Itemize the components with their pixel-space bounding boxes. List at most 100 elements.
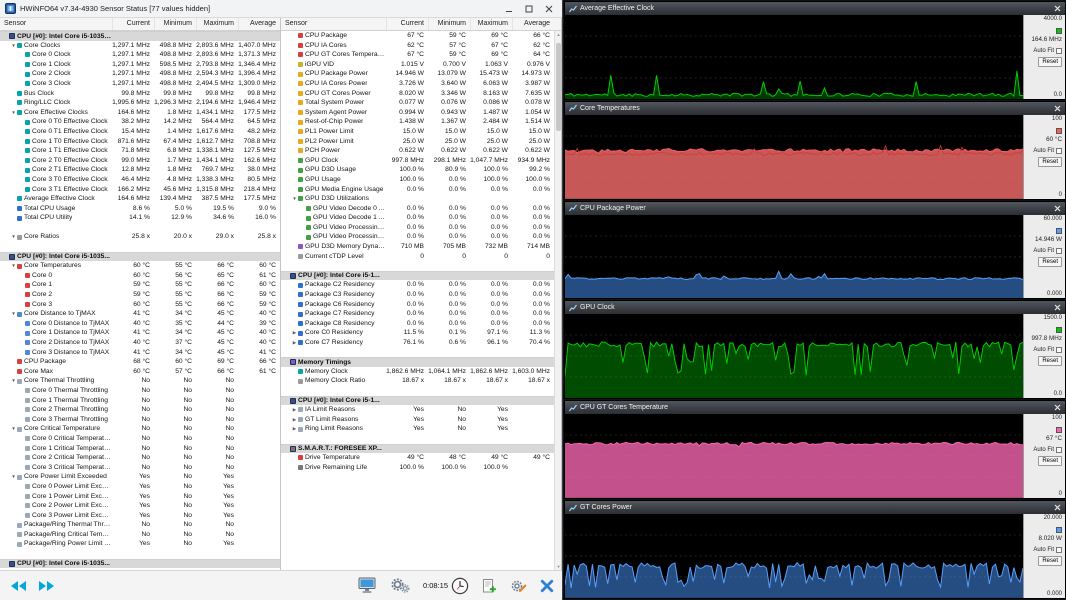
sensor-row[interactable]: ▶ Ring Limit Reasons Yes No Yes: [281, 424, 554, 434]
sensor-row[interactable]: Core 3 T0 Effective Clock 46.4 MHz 4.8 MHz…: [0, 175, 280, 185]
sensor-row[interactable]: Core 1 Critical Temperature No No No: [0, 444, 280, 454]
sensor-row[interactable]: ▼ Core Thermal Throttling No No No: [0, 376, 280, 386]
close-sensors-button[interactable]: [539, 578, 555, 594]
sensor-row[interactable]: PL2 Power Limit 25.0 W 25.0 W 25.0 W 25.0 W: [281, 137, 554, 147]
sensor-row[interactable]: Core 3 Power Limit Excee... Yes No Yes: [0, 511, 280, 521]
sensor-row[interactable]: Core 0 Power Limit Excee... Yes No Yes: [0, 482, 280, 492]
graph-titlebar[interactable]: CPU GT Cores Temperature: [565, 401, 1065, 415]
sensor-row[interactable]: Core 0 Clock 1,297.1 MHz 498.8 MHz 2,893.6 …: [0, 50, 280, 60]
sensor-group-row[interactable]: CPU [#0]: Intel Core i5-1035G1: [0, 31, 280, 41]
collapse-arrow-icon[interactable]: ▼: [10, 424, 17, 434]
sensor-row[interactable]: Bus Clock 99.8 MHz 99.8 MHz 99.8 MHz 99.8 MH…: [0, 89, 280, 99]
sensor-row[interactable]: Package/Ring Power Limit Ex... Yes No Yes: [0, 539, 280, 549]
sensor-row[interactable]: ▼ GPU D3D Utilizations: [281, 194, 554, 204]
graph-close-button[interactable]: [1054, 105, 1061, 112]
sensor-row[interactable]: Core 1 Thermal Throttling No No No: [0, 396, 280, 406]
maximize-button[interactable]: [523, 3, 534, 14]
sensor-row[interactable]: Package C3 Residency 0.0 % 0.0 % 0.0 % 0.0 %: [281, 290, 554, 300]
collapse-arrow-icon[interactable]: ▼: [10, 108, 17, 118]
sensor-row[interactable]: ▼ Core Effective Clocks 164.6 MHz 1.8 MHz 1,…: [0, 108, 280, 118]
sensor-row[interactable]: Core 2 Distance to TjMAX 40 °C 37 °C 45 °C 4…: [0, 338, 280, 348]
sensor-row[interactable]: GPU Video Decode 1 ... 0.0 % 0.0 % 0.0 % 0.0…: [281, 213, 554, 223]
scroll-up-icon[interactable]: ▲: [555, 31, 561, 38]
sensor-row[interactable]: CPU GT Cores Temperature 67 °C 59 °C 69 °C 6…: [281, 50, 554, 60]
sensor-row[interactable]: ▶ IA Limit Reasons Yes No Yes: [281, 405, 554, 415]
auto-fit-option[interactable]: Auto Fit: [1033, 447, 1062, 454]
sensor-row[interactable]: Core 1 T1 Effective Clock 71.8 MHz 6.8 MHz…: [0, 146, 280, 156]
scrollbar-thumb[interactable]: [556, 43, 561, 131]
scrollbar[interactable]: ▲ ▼: [554, 31, 561, 570]
auto-fit-checkbox[interactable]: [1056, 247, 1062, 254]
sensor-row[interactable]: Core 0 Thermal Throttling No No No: [0, 386, 280, 396]
sensor-row[interactable]: Total CPU Usage 8.6 % 5.0 % 19.5 % 9.0 %: [0, 204, 280, 214]
expand-arrow-icon[interactable]: ▶: [291, 424, 298, 434]
auto-fit-checkbox[interactable]: [1056, 147, 1062, 154]
sensor-row[interactable]: Core 0 60 °C 56 °C 65 °C 61 °C: [0, 271, 280, 281]
sensor-row[interactable]: Memory Clock Ratio 18.67 x 18.67 x 18.67 x 1…: [281, 376, 554, 386]
sensor-row[interactable]: ▼ Core Power Limit Exceeded Yes No Yes: [0, 472, 280, 482]
sensor-row[interactable]: Core 2 59 °C 55 °C 66 °C 59 °C: [0, 290, 280, 300]
sensor-row[interactable]: Package/Ring Thermal Thrott... No No No: [0, 520, 280, 530]
graph-titlebar[interactable]: GT Cores Power: [565, 501, 1065, 515]
graph-close-button[interactable]: [1054, 5, 1061, 12]
sensor-row[interactable]: CPU Package 68 °C 60 °C 69 °C 66 °C: [0, 357, 280, 367]
sensor-row[interactable]: Package/Ring Critical Temper... No No No: [0, 530, 280, 540]
sensor-row[interactable]: Memory Clock 1,862.6 MHz 1,064.1 MHz 1,862.…: [281, 367, 554, 377]
auto-fit-option[interactable]: Auto Fit: [1033, 347, 1062, 354]
sensor-row[interactable]: Core 2 Power Limit Excee... Yes No Yes: [0, 501, 280, 511]
sensor-row[interactable]: CPU IA Cores 62 °C 57 °C 67 °C 62 °C: [281, 41, 554, 51]
reset-button[interactable]: Reset: [1038, 57, 1062, 67]
sensor-row[interactable]: Core 1 59 °C 55 °C 66 °C 60 °C: [0, 280, 280, 290]
sensor-row[interactable]: Drive Temperature 49 °C 48 °C 49 °C 49 °C: [281, 453, 554, 463]
sensor-row[interactable]: Core 1 Distance to TjMAX 41 °C 34 °C 45 °C 4…: [0, 328, 280, 338]
add-custom-sensor-button[interactable]: [480, 577, 498, 595]
sensor-row[interactable]: GPU D3D Memory Dynamic 710 MB 705 MB 732 MB…: [281, 242, 554, 252]
auto-fit-checkbox[interactable]: [1056, 447, 1062, 454]
collapse-arrow-icon[interactable]: ▼: [10, 41, 17, 51]
sensor-row[interactable]: Core 2 Critical Temperature No No No: [0, 453, 280, 463]
sensor-row[interactable]: CPU IA Cores Power 3.726 W 3.640 W 6.063 W 3…: [281, 79, 554, 89]
sensor-row[interactable]: ▼ Core Clocks 1,297.1 MHz 498.8 MHz 2,893.6 …: [0, 41, 280, 51]
sensor-row[interactable]: CPU Package 67 °C 59 °C 69 °C 66 °C: [281, 31, 554, 41]
sensor-row[interactable]: ▼ Core Critical Temperature No No No: [0, 424, 280, 434]
collapse-arrow-icon[interactable]: ▼: [10, 309, 17, 319]
sensor-row[interactable]: Total System Power 0.077 W 0.076 W 0.086 W 0…: [281, 98, 554, 108]
scroll-down-icon[interactable]: ▼: [555, 563, 561, 570]
sensor-row[interactable]: Core 1 T0 Effective Clock 871.6 MHz 67.4 M…: [0, 137, 280, 147]
window-titlebar[interactable]: HWiNFO64 v7.34-4930 Sensor Status [77 va…: [0, 0, 562, 18]
sensor-row[interactable]: GPU Video Processing ... 0.0 % 0.0 % 0.0 % 0…: [281, 223, 554, 233]
sensor-row[interactable]: Core 0 Critical Temperature No No No: [0, 434, 280, 444]
sensor-row[interactable]: Core Max 60 °C 57 °C 66 °C 61 °C: [0, 367, 280, 377]
configure-sensors-button[interactable]: [509, 577, 528, 595]
sensor-row[interactable]: Current cTDP Level 0 0 0 0: [281, 252, 554, 262]
sensor-row[interactable]: PCH Power 0.622 W 0.622 W 0.622 W 0.622 W: [281, 146, 554, 156]
sensor-row[interactable]: Core 2 T1 Effective Clock 12.8 MHz 1.8 MHz…: [0, 165, 280, 175]
close-button[interactable]: [543, 3, 554, 14]
collapse-arrow-icon[interactable]: ▼: [10, 472, 17, 482]
sensor-row[interactable]: Average Effective Clock 164.6 MHz 139.4 MH…: [0, 194, 280, 204]
reset-button[interactable]: Reset: [1038, 156, 1062, 167]
expand-arrow-icon[interactable]: ▶: [291, 415, 298, 425]
sensor-row[interactable]: CPU Package Power 14.946 W 13.079 W 15.473 …: [281, 69, 554, 79]
sensor-row[interactable]: CPU GT Cores Power 8.020 W 3.346 W 8.163 W 7…: [281, 89, 554, 99]
sensor-row[interactable]: Core 1 Clock 1,297.1 MHz 598.5 MHz 2,793.8 …: [0, 60, 280, 70]
reset-button[interactable]: Reset: [1038, 456, 1062, 467]
reset-button[interactable]: Reset: [1038, 356, 1062, 367]
sensor-row[interactable]: ▶ Core C0 Residency 11.5 % 0.1 % 97.1 % 11.3 …: [281, 328, 554, 338]
sensor-row[interactable]: Core 3 T1 Effective Clock 166.2 MHz 45.6 M…: [0, 185, 280, 195]
sensor-row[interactable]: Core 0 Distance to TjMAX 40 °C 35 °C 44 °C 3…: [0, 319, 280, 329]
sensor-row[interactable]: Drive Remaining Life 100.0 % 100.0 % 100.0 …: [281, 463, 554, 473]
graph-titlebar[interactable]: Core Temperatures: [565, 101, 1065, 115]
sensor-row[interactable]: ▶ Core C7 Residency 76.1 % 0.6 % 96.1 % 70.4 …: [281, 338, 554, 348]
minimize-button[interactable]: [503, 3, 514, 14]
auto-fit-checkbox[interactable]: [1056, 347, 1062, 354]
sensor-row[interactable]: GPU Clock 997.8 MHz 298.1 MHz 1,047.7 MHz 93…: [281, 156, 554, 166]
collapse-arrow-icon[interactable]: ▼: [10, 232, 17, 242]
sensor-row[interactable]: GPU Video Processing ... 0.0 % 0.0 % 0.0 % 0…: [281, 232, 554, 242]
reset-button[interactable]: Reset: [1038, 556, 1062, 567]
next-page-button[interactable]: [36, 579, 58, 593]
prev-page-button[interactable]: [7, 579, 29, 593]
sensor-row[interactable]: ▼ Core Temperatures 60 °C 55 °C 66 °C 60 °C: [0, 261, 280, 271]
remote-monitoring-button[interactable]: [356, 576, 378, 595]
sensor-row[interactable]: System Agent Power 0.994 W 0.943 W 1.487 W 1…: [281, 108, 554, 118]
